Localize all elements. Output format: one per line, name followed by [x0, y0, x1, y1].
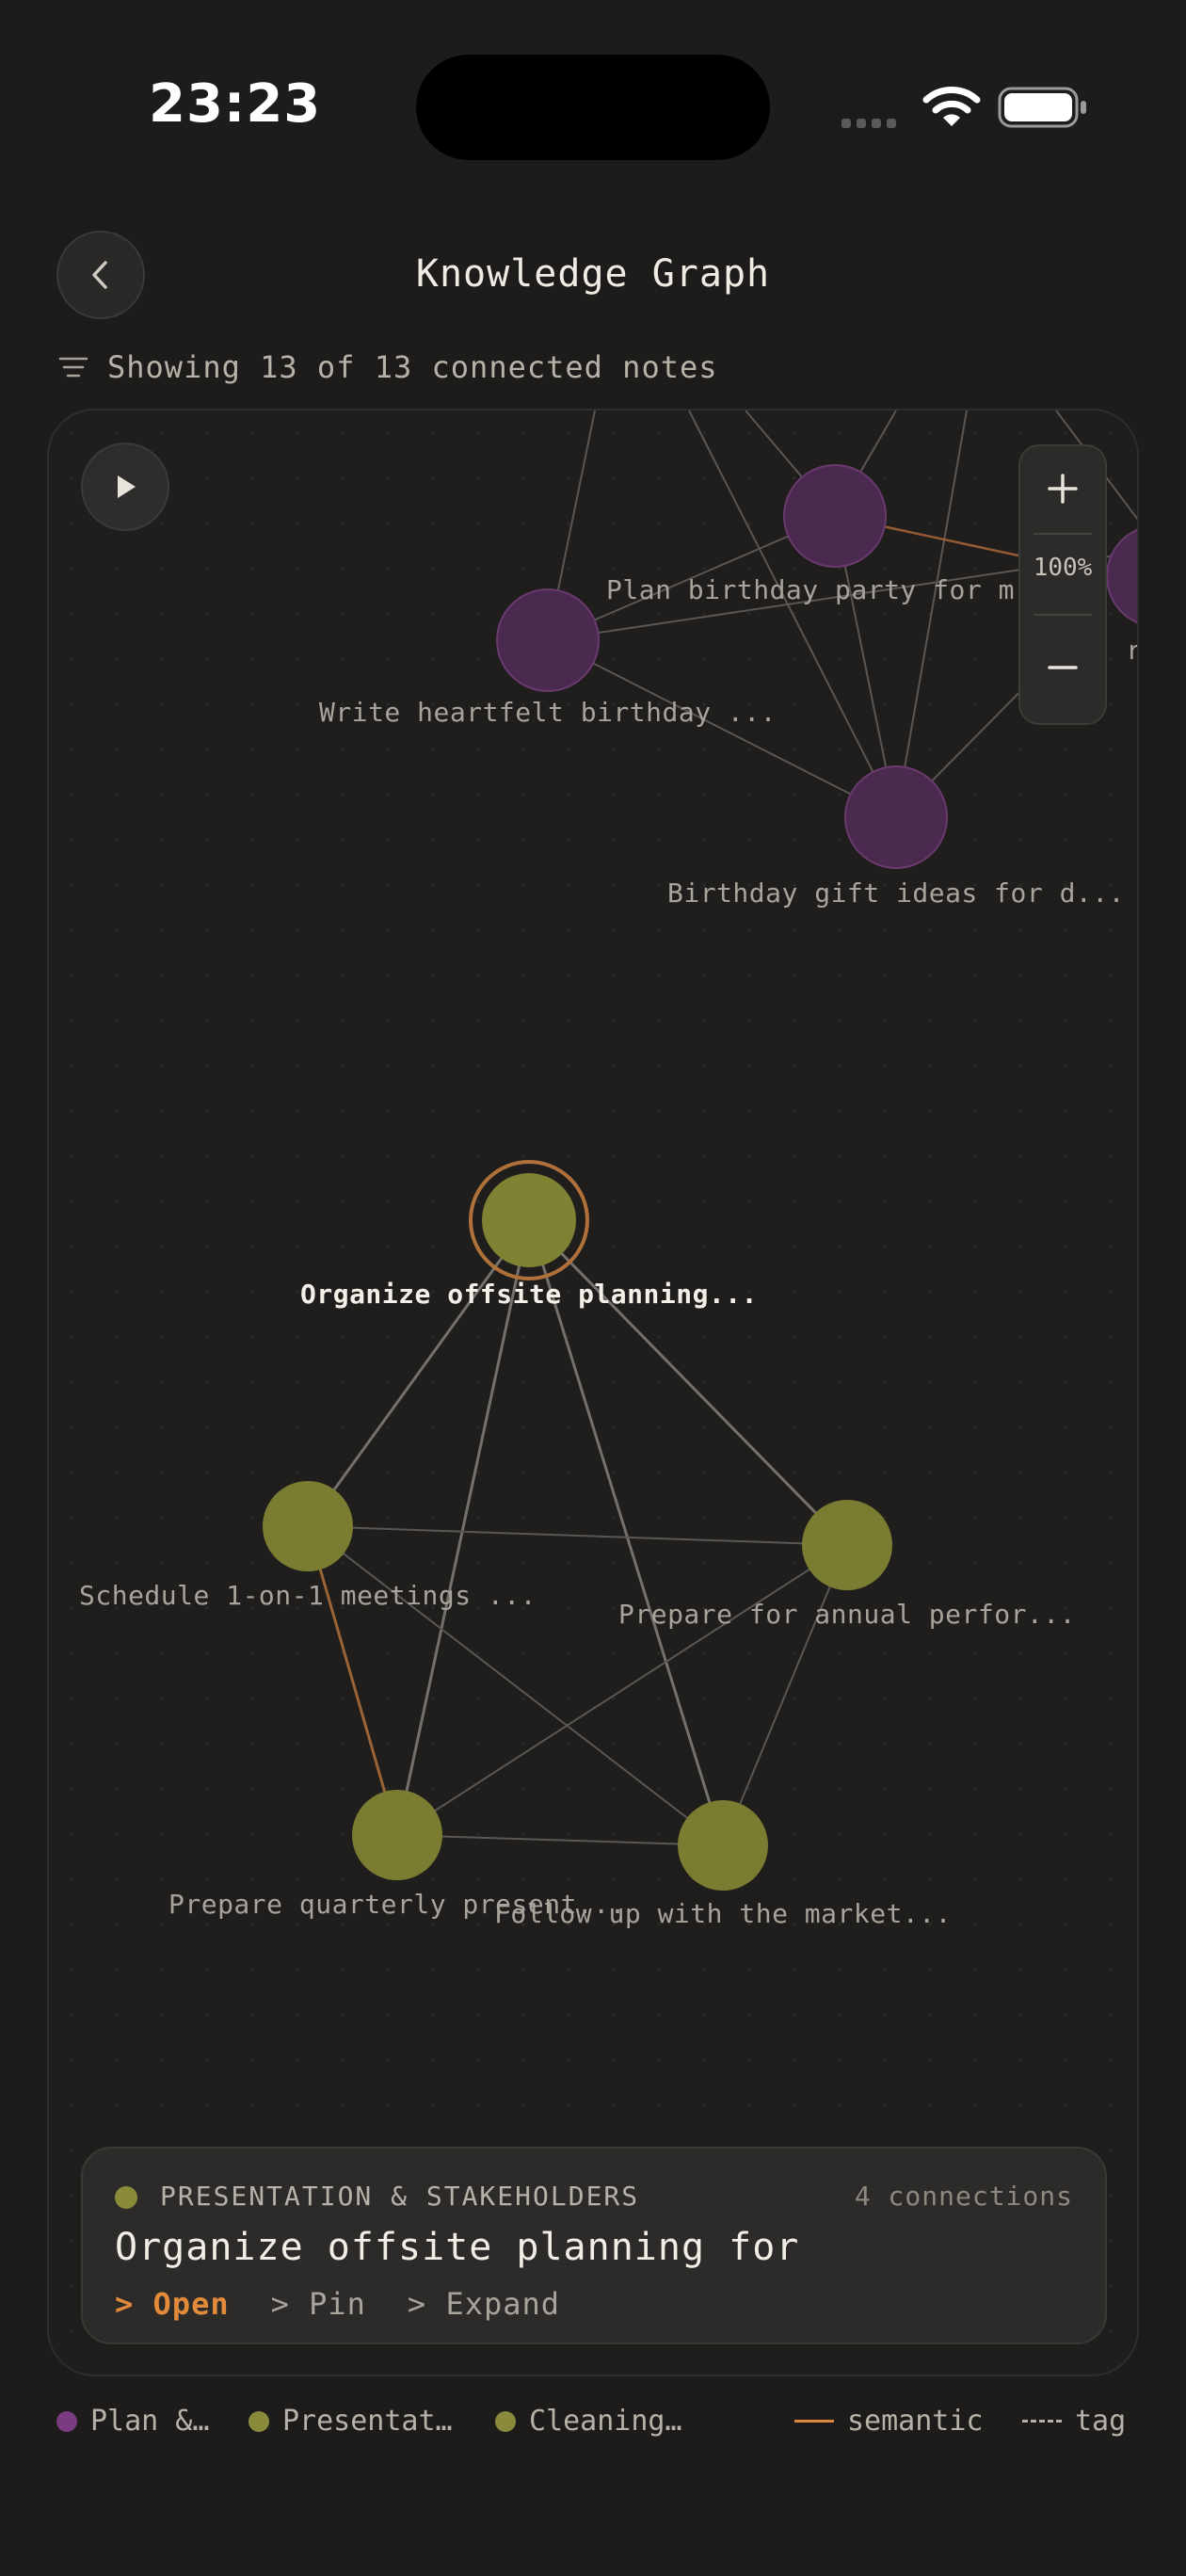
- card-title: Organize offsite planning for: [115, 2226, 800, 2269]
- selected-node-card: PRESENTATION & STAKEHOLDERS 4 connection…: [81, 2147, 1107, 2344]
- node-label-annual-perf: Prepare for annual perfor...: [617, 1599, 1077, 1630]
- legend-item-tag: tag: [1022, 2405, 1126, 2438]
- graph-legend: Plan &… Presentat… Cleaning… semantic ta…: [56, 2405, 1139, 2442]
- graph-edge: [722, 1544, 848, 1846]
- filter-summary: Showing 13 of 13 connected notes: [58, 348, 718, 386]
- semantic-line-swatch: [794, 2420, 834, 2423]
- tag-line-swatch: [1022, 2420, 1062, 2423]
- legend-dot-cleaning: [495, 2410, 516, 2432]
- node-label-write-birthday: Write heartfelt birthday ...: [318, 697, 777, 728]
- node-label-plan-birthday: Plan birthday party for m...: [605, 574, 1065, 605]
- legend-label: Plan &…: [90, 2405, 210, 2438]
- node-label-follow-up: Follow up with the market...: [493, 1898, 953, 1929]
- graph-node-follow-up[interactable]: [678, 1800, 768, 1891]
- graph-node-organize-offsite[interactable]: [482, 1173, 576, 1267]
- legend-label: Cleaning…: [529, 2405, 682, 2438]
- legend-label-semantic: semantic: [847, 2405, 984, 2438]
- zoom-level: 100%: [1033, 554, 1093, 582]
- status-bar: 23:23: [0, 0, 1186, 188]
- card-actions: > Open > Pin > Expand: [115, 2286, 601, 2322]
- filter-text: Showing 13 of 13 connected notes: [107, 349, 718, 385]
- node-label-schedule-1on1: Schedule 1-on-1 meetings ...: [78, 1580, 537, 1611]
- graph-node-quarterly[interactable]: [352, 1790, 442, 1880]
- semantic-edge: [306, 1525, 399, 1836]
- plus-icon: [1048, 474, 1078, 504]
- card-category: PRESENTATION & STAKEHOLDERS: [160, 2181, 640, 2212]
- zoom-control: 100%: [1018, 444, 1107, 725]
- legend-label: Presentat…: [282, 2405, 453, 2438]
- status-time: 23:23: [149, 73, 322, 135]
- wifi-icon: [922, 87, 981, 126]
- node-label-gift-ideas: Birthday gift ideas for d...: [666, 877, 1126, 909]
- header: Knowledge Graph: [0, 226, 1186, 330]
- legend-item-semantic: semantic: [794, 2405, 984, 2438]
- legend-item-plan[interactable]: Plan &…: [56, 2405, 209, 2438]
- graph-edge: [527, 1218, 849, 1547]
- expand-button[interactable]: > Expand: [408, 2286, 560, 2322]
- graph-edge: [547, 639, 897, 818]
- graph-edge: [527, 1219, 725, 1846]
- legend-dot-plan: [56, 2410, 77, 2432]
- graph-node-write-birthday[interactable]: [496, 588, 600, 692]
- zoom-out-button[interactable]: [1020, 625, 1105, 710]
- zoom-divider: [1034, 614, 1092, 616]
- play-icon: [118, 475, 136, 498]
- graph-node-organ[interactable]: [1106, 525, 1139, 627]
- pin-button[interactable]: > Pin: [271, 2286, 366, 2322]
- play-button[interactable]: [81, 443, 169, 531]
- graph-node-plan-birthday[interactable]: [783, 464, 887, 568]
- graph-edge: [307, 1525, 848, 1546]
- legend-item-presentation[interactable]: Presentat…: [248, 2405, 453, 2438]
- page-title: Knowledge Graph: [415, 252, 771, 296]
- cellular-signal-icon: [841, 114, 902, 132]
- graph-edge: [307, 1525, 724, 1846]
- graph-node-schedule-1on1[interactable]: [263, 1481, 353, 1571]
- node-label-organize-offsite: Organize offsite planning...: [299, 1279, 759, 1310]
- minus-icon: [1048, 666, 1078, 669]
- battery-icon: [998, 87, 1086, 128]
- card-connections: 4 connections: [854, 2181, 1073, 2212]
- zoom-divider: [1034, 533, 1092, 535]
- graph-edge: [396, 1834, 724, 1846]
- legend-item-cleaning[interactable]: Cleaning…: [495, 2405, 682, 2438]
- open-button[interactable]: > Open: [115, 2286, 230, 2322]
- graph-node-gift-ideas[interactable]: [844, 765, 948, 869]
- edges-presentation-cluster: [306, 1218, 849, 1846]
- graph-canvas[interactable]: Plan birthday party for m... Write heart…: [47, 409, 1139, 2376]
- filter-icon[interactable]: [58, 356, 88, 378]
- legend-dot-presentation: [248, 2410, 269, 2432]
- legend-label-tag: tag: [1075, 2405, 1127, 2438]
- zoom-in-button[interactable]: [1020, 446, 1105, 531]
- category-dot: [115, 2186, 137, 2209]
- graph-node-annual-perf[interactable]: [802, 1500, 892, 1590]
- dynamic-island: [416, 55, 770, 160]
